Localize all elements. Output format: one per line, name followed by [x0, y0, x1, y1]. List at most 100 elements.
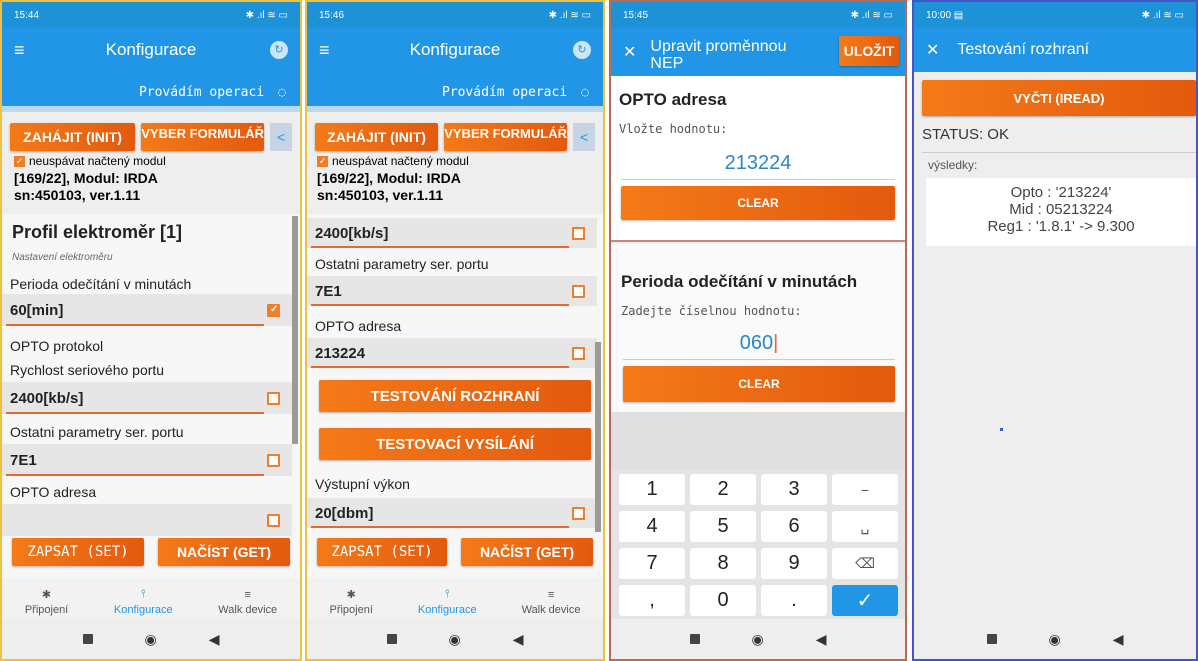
test-interface-button[interactable]: TESTOVÁNÍ ROZHRANÍ: [319, 380, 591, 412]
init-button[interactable]: ZAHÁJIT (INIT): [10, 123, 136, 151]
nav-configuration[interactable]: ⫯ Konfigurace: [418, 588, 477, 616]
recents-icon[interactable]: [986, 634, 997, 644]
screen-edit-variable: 15:45 ✱ .ıl ≋ ▭ ✕ Upravit proměnnou NEP U…: [609, 0, 907, 661]
system-navigation: ◉ ◀: [611, 619, 905, 659]
key-9[interactable]: 9: [761, 548, 827, 579]
app-bar: ≡ Konfigurace ↻: [2, 28, 300, 72]
app-bar: ✕ Upravit proměnnou NEP ULOŽIT: [611, 28, 905, 76]
sync-icon[interactable]: ↻: [270, 41, 288, 59]
scrollbar[interactable]: [595, 342, 601, 532]
read-button[interactable]: VYČTI (IREAD): [922, 80, 1196, 116]
serial-params-label: Ostatni parametry ser. portu: [315, 256, 489, 272]
status-bar: 15:45 ✱ .ıl ≋ ▭: [611, 2, 905, 28]
opto-address-checkbox[interactable]: [267, 513, 280, 527]
dialog-title: Perioda odečítání v minutách: [621, 272, 858, 291]
opto-address-underline: [311, 366, 569, 368]
baud-checkbox[interactable]: [572, 226, 585, 240]
key-1[interactable]: 1: [619, 474, 685, 505]
output-power-underline: [311, 526, 569, 528]
serial-params-value: 7E1: [10, 451, 37, 469]
bluetooth-icon: ✱: [346, 589, 356, 601]
serial-params-checkbox[interactable]: [572, 284, 585, 298]
key-3[interactable]: 3: [761, 474, 827, 505]
key-dot[interactable]: .: [761, 585, 827, 616]
keep-awake-label: neuspávat načtený modul: [332, 154, 469, 168]
key-backspace[interactable]: ⌫: [832, 548, 898, 579]
close-icon[interactable]: ✕: [623, 42, 636, 62]
key-8[interactable]: 8: [690, 548, 756, 579]
key-5[interactable]: 5: [690, 511, 756, 542]
home-icon[interactable]: ◉: [752, 631, 764, 648]
opto-address-field[interactable]: 213224: [307, 338, 597, 368]
antenna-icon: ⫯: [444, 588, 450, 600]
nav-configuration[interactable]: ⫯ Konfigurace: [114, 588, 173, 616]
set-button[interactable]: ZAPSAT (SET): [12, 538, 144, 566]
get-button[interactable]: NAČÍST (GET): [461, 538, 593, 566]
key-7[interactable]: 7: [619, 548, 685, 579]
key-minus[interactable]: −: [832, 474, 898, 505]
back-icon[interactable]: ◀: [209, 631, 220, 648]
opto-address-dialog: OPTO adresa Vložte hodnotu: 213224 CLEAR: [611, 76, 905, 242]
clear-button[interactable]: CLEAR: [621, 186, 895, 220]
keep-awake-checkbox[interactable]: ✓: [14, 155, 25, 167]
back-icon[interactable]: ◀: [816, 631, 827, 648]
recents-icon[interactable]: [82, 634, 93, 644]
share-icon[interactable]: <: [573, 123, 595, 151]
bluetooth-icon: ✱: [41, 589, 52, 601]
key-0[interactable]: 0: [690, 585, 756, 616]
back-icon[interactable]: ◀: [513, 631, 524, 648]
baud-field[interactable]: 2400[kb/s]: [307, 218, 597, 248]
key-6[interactable]: 6: [761, 511, 827, 542]
home-icon[interactable]: ◉: [145, 631, 157, 648]
menu-icon[interactable]: ≡: [14, 40, 25, 61]
select-form-button[interactable]: VYBER FORMULÁŘ: [141, 123, 265, 151]
key-4[interactable]: 4: [619, 511, 685, 542]
nav-walk-device[interactable]: ≡ Walk device: [218, 589, 277, 616]
save-button[interactable]: ULOŽIT: [839, 36, 899, 66]
init-button[interactable]: ZAHÁJIT (INIT): [315, 123, 439, 151]
key-space[interactable]: ␣: [832, 511, 898, 542]
get-button[interactable]: NAČÍST (GET): [158, 538, 290, 566]
select-form-button[interactable]: VYBER FORMULÁŘ: [444, 123, 568, 151]
key-2[interactable]: 2: [690, 474, 756, 505]
serial-params-field[interactable]: 7E1: [307, 276, 597, 306]
serial-params-field[interactable]: 7E1: [2, 444, 292, 476]
nav-connection[interactable]: ✱ Připojení: [25, 588, 68, 616]
home-icon[interactable]: ◉: [449, 631, 461, 648]
output-power-field[interactable]: 20[dbm]: [307, 498, 597, 528]
menu-icon[interactable]: ≡: [319, 40, 330, 61]
test-transmit-button[interactable]: TESTOVACÍ VYSÍLÁNÍ: [319, 428, 591, 460]
key-done[interactable]: ✓: [832, 585, 898, 616]
serial-params-underline: [311, 304, 569, 306]
keep-awake-checkbox[interactable]: ✓: [317, 155, 328, 167]
app-bar: ✕ Testování rozhraní: [914, 28, 1196, 72]
key-comma[interactable]: ,: [619, 585, 685, 616]
text-cursor: |: [773, 332, 779, 354]
nav-connection[interactable]: ✱ Připojení: [329, 588, 372, 616]
share-icon[interactable]: <: [270, 123, 293, 151]
recents-icon[interactable]: [386, 634, 397, 644]
clock: 15:46: [319, 9, 345, 21]
number-input[interactable]: 060|: [623, 332, 895, 360]
set-button[interactable]: ZAPSAT (SET): [317, 538, 447, 566]
back-icon[interactable]: ◀: [1113, 631, 1124, 648]
home-icon[interactable]: ◉: [1049, 631, 1061, 648]
list-icon: ≡: [547, 589, 555, 601]
clear-button[interactable]: CLEAR: [623, 366, 895, 402]
opto-address-field[interactable]: [2, 504, 292, 536]
nav-configuration-label: Konfigurace: [417, 604, 477, 616]
baud-checkbox[interactable]: [267, 391, 280, 405]
close-icon[interactable]: ✕: [926, 40, 939, 60]
period-field[interactable]: 60[min]: [2, 294, 292, 326]
baud-field[interactable]: 2400[kb/s]: [2, 382, 292, 414]
period-checkbox[interactable]: [267, 303, 280, 317]
value-input[interactable]: 213224: [621, 152, 895, 180]
serial-params-checkbox[interactable]: [267, 453, 280, 467]
sync-icon[interactable]: ↻: [573, 41, 591, 59]
nav-walk-device[interactable]: ≡ Walk device: [522, 589, 581, 616]
nav-configuration-label: Konfigurace: [113, 604, 173, 616]
scrollbar[interactable]: [292, 216, 298, 444]
recents-icon[interactable]: [689, 634, 700, 644]
opto-address-checkbox[interactable]: [572, 346, 585, 360]
output-power-checkbox[interactable]: [572, 506, 585, 520]
